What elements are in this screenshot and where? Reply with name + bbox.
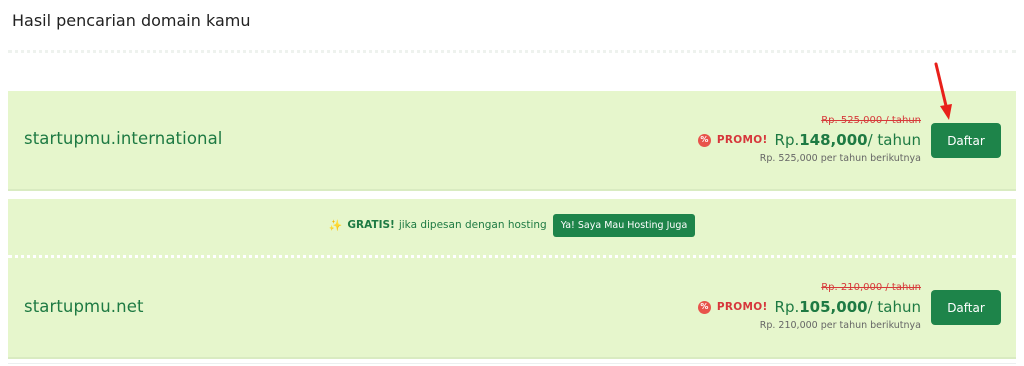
price-amount: 105,000 bbox=[799, 298, 868, 316]
price-period: / tahun bbox=[867, 298, 921, 316]
price-currency: Rp. bbox=[774, 298, 800, 316]
promo-badge-icon: % bbox=[697, 133, 711, 147]
daftar-button[interactable]: Daftar bbox=[931, 290, 1001, 325]
price-line: % PROMO! Rp. 105,000 / tahun bbox=[697, 296, 921, 318]
price-currency: Rp. bbox=[774, 131, 800, 149]
promo-label: PROMO! bbox=[716, 134, 768, 146]
bottom-divider bbox=[8, 363, 1016, 364]
price-amount: 148,000 bbox=[799, 131, 868, 149]
domain-result-card: ✨ GRATIS! jika dipesan dengan hosting Ya… bbox=[8, 199, 1016, 359]
price-block: Rp. 525,000 / tahun % PROMO! Rp. 148,000… bbox=[697, 114, 921, 166]
renewal-price: Rp. 525,000 per tahun berikutnya bbox=[759, 153, 921, 164]
price-period: / tahun bbox=[867, 131, 921, 149]
gratis-label: GRATIS! bbox=[347, 219, 395, 231]
old-price: Rp. 210,000 / tahun bbox=[821, 282, 921, 293]
dotted-divider bbox=[8, 255, 1016, 258]
add-hosting-button[interactable]: Ya! Saya Mau Hosting Juga bbox=[552, 213, 696, 237]
domain-result-card: startupmu.international Rp. 525,000 / ta… bbox=[8, 91, 1016, 191]
promo-badge-icon: % bbox=[697, 300, 711, 314]
domain-name: startupmu.international bbox=[24, 129, 223, 148]
page-heading: Hasil pencarian domain kamu bbox=[12, 11, 251, 30]
domain-name: startupmu.net bbox=[24, 297, 144, 316]
price-line: % PROMO! Rp. 148,000 / tahun bbox=[697, 129, 921, 151]
renewal-price: Rp. 210,000 per tahun berikutnya bbox=[759, 320, 921, 331]
red-arrow-icon bbox=[934, 62, 952, 120]
promo-label: PROMO! bbox=[716, 301, 768, 313]
gratis-text: jika dipesan dengan hosting bbox=[398, 219, 547, 231]
old-price: Rp. 525,000 / tahun bbox=[821, 115, 921, 126]
sparkle-icon: ✨ bbox=[328, 218, 343, 232]
price-block: Rp. 210,000 / tahun % PROMO! Rp. 105,000… bbox=[697, 281, 921, 333]
section-divider bbox=[8, 50, 1016, 53]
daftar-button[interactable]: Daftar bbox=[931, 123, 1001, 158]
hosting-offer: ✨ GRATIS! jika dipesan dengan hosting Ya… bbox=[8, 213, 1016, 237]
